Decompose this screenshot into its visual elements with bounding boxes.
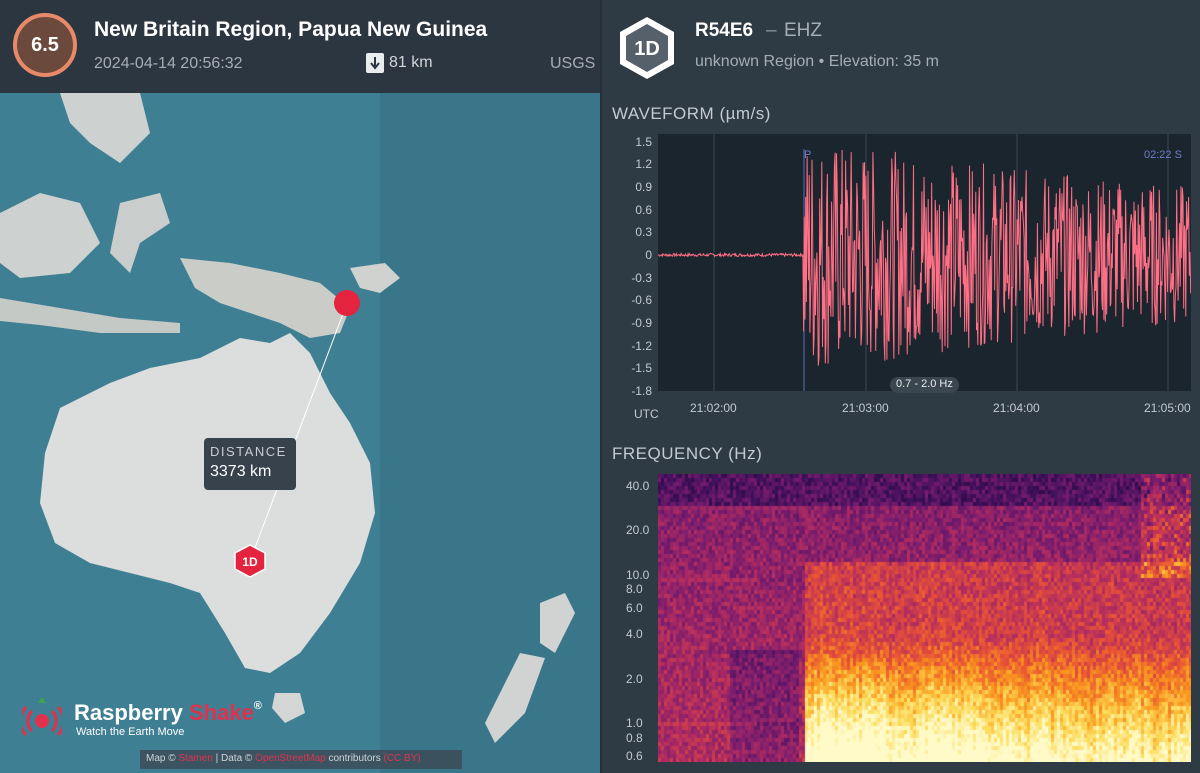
map-attribution: Map © Stamen | Data © OpenStreetMap cont… (140, 750, 462, 769)
map-canvas: 1D (0, 93, 600, 773)
epicenter-marker[interactable] (334, 290, 360, 316)
attrib-middle: | Data © (215, 753, 253, 764)
waveform-y-tick: -0.9 (631, 315, 652, 330)
distance-label: DISTANCE (210, 444, 287, 459)
station-code: R54E6 (695, 20, 754, 41)
frequency-tick: 10.0 (626, 568, 650, 583)
waveform-title: WAVEFORM (µm/s) (612, 104, 771, 123)
attrib-prefix: Map © (146, 753, 176, 764)
attrib-link-license[interactable]: (CC BY) (384, 753, 421, 764)
waveform-y-tick: -1.5 (631, 361, 652, 376)
attrib-link-osm[interactable]: OpenStreetMap (255, 753, 326, 764)
waveform-x-tick: 21:02:00 (690, 401, 737, 415)
depth-value: 81 km (389, 54, 433, 71)
svg-text:1D: 1D (634, 38, 660, 60)
station-marker[interactable]: 1D (234, 544, 266, 578)
event-datetime: 2024-04-14 20:56:32 (94, 55, 243, 72)
frequency-tick: 6.0 (626, 601, 643, 615)
brand-logo: Raspberry Shake® Watch the Earth Move (22, 690, 282, 740)
station-panel: 1D R54E6 – EHZ unknown Region • Elevatio… (602, 0, 1200, 773)
svg-text:1D: 1D (242, 555, 258, 569)
event-title: New Britain Region, Papua New Guinea (94, 18, 488, 41)
magnitude-badge: 6.5 (13, 13, 77, 77)
brand-name: Raspberry Shake® (74, 700, 262, 726)
waveform-y-tick: 0 (645, 247, 652, 262)
event-header: 6.5 New Britain Region, Papua New Guinea… (0, 0, 600, 93)
map-view[interactable]: 1D (0, 93, 600, 773)
filter-badge[interactable]: 0.7 - 2.0 Hz (890, 377, 959, 393)
waveform-x-tick: 21:04:00 (993, 401, 1040, 415)
p-phase-label: P (804, 149, 812, 161)
waveform-y-tick: 1.5 (635, 134, 652, 149)
waveform-y-tick: -0.6 (631, 293, 652, 308)
frequency-tick: 8.0 (626, 582, 643, 597)
brand-registered: ® (253, 700, 262, 712)
waveform-x-tick: 21:03:00 (842, 401, 889, 415)
waveform-y-tick: -0.3 (631, 270, 652, 285)
brand-tagline: Watch the Earth Move (76, 726, 185, 738)
event-panel: 6.5 New Britain Region, Papua New Guinea… (0, 0, 600, 773)
waveform-y-tick: -1.2 (631, 338, 652, 353)
station-badge: 1D (620, 17, 674, 79)
distance-value: 3373 km (210, 463, 272, 480)
spectrogram-canvas (658, 474, 1191, 762)
event-depth: 81 km (366, 53, 433, 73)
waveform-y-tick: 0.6 (635, 202, 652, 217)
waveform-trace (657, 149, 1192, 366)
frequency-tick: 4.0 (626, 627, 643, 642)
frequency-tick: 40.0 (626, 478, 650, 493)
distance-tooltip: DISTANCE 3373 km (204, 438, 296, 490)
attrib-suffix: contributors (328, 753, 381, 764)
waveform-y-tick: 0.9 (635, 179, 652, 194)
frequency-title: FREQUENCY (Hz) (612, 444, 763, 463)
waveform-canvas (657, 134, 1192, 391)
frequency-tick: 0.8 (626, 730, 643, 745)
frequency-tick: 0.6 (626, 749, 643, 764)
frequency-tick: 20.0 (626, 523, 650, 538)
s-phase-label: 02:22 S (1144, 149, 1182, 161)
raspberry-shake-icon (22, 697, 62, 737)
spectrogram-plot[interactable] (658, 474, 1191, 762)
station-channel: EHZ (784, 20, 822, 41)
frequency-tick: 2.0 (626, 671, 643, 686)
waveform-y-tick: 1.2 (635, 157, 652, 172)
waveform-y-tick: 0.3 (635, 225, 652, 240)
waveform-x-tick: 21:05:00 (1144, 401, 1191, 415)
station-meta: unknown Region • Elevation: 35 m (695, 53, 939, 70)
utc-label: UTC (634, 407, 659, 421)
depth-arrow-icon (366, 53, 384, 73)
frequency-tick: 1.0 (626, 716, 643, 731)
brand-name-part-2: Shake (188, 700, 254, 725)
brand-name-part-1: Raspberry (74, 700, 183, 725)
waveform-plot[interactable] (657, 134, 1192, 391)
attrib-link-stamen[interactable]: Stamen (178, 753, 212, 764)
waveform-y-tick: -1.8 (631, 384, 652, 398)
station-separator: – (766, 20, 777, 41)
event-source: USGS (550, 55, 596, 72)
